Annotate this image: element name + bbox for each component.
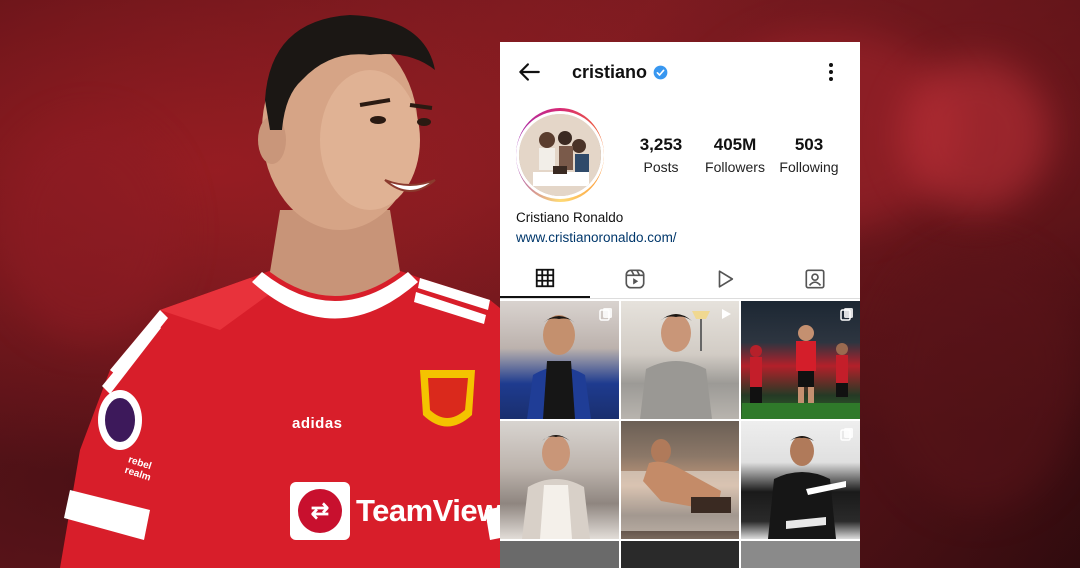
teamviewer-arrows-icon: ⇄ (298, 489, 342, 533)
adidas-logo: adidas (292, 415, 343, 432)
profile-avatar (519, 114, 601, 196)
profile-summary: 3,253 Posts 405M Followers 503 Following (500, 102, 860, 202)
profile-tabs (500, 259, 860, 299)
post-thumbnail[interactable] (500, 301, 619, 419)
carousel-badge-icon (598, 308, 612, 321)
post-thumbnail[interactable] (620, 541, 740, 568)
profile-stats: 3,253 Posts 405M Followers 503 Following (624, 135, 846, 175)
posts-grid (500, 299, 860, 568)
carousel-badge-icon (840, 308, 853, 321)
followers-count: 405M (713, 135, 757, 154)
play-icon (718, 269, 734, 288)
followers-stat[interactable]: 405M Followers (698, 135, 772, 175)
following-label: Following (779, 159, 839, 175)
tab-grid[interactable] (500, 259, 590, 298)
tab-reels[interactable] (590, 259, 680, 298)
profile-bio: Cristiano Ronaldo www.cristianoronaldo.c… (500, 202, 860, 245)
posts-label: Posts (643, 159, 679, 175)
post-thumbnail[interactable] (500, 421, 619, 539)
following-count: 503 (794, 135, 824, 154)
post-thumbnail[interactable] (741, 301, 860, 419)
player-photo: adidas ⇄ TeamViewer rebel realm (40, 10, 580, 568)
tagged-icon (805, 268, 825, 289)
tab-videos[interactable] (680, 259, 770, 298)
post-thumbnail[interactable] (500, 541, 619, 568)
grid-icon (535, 268, 555, 287)
post-thumbnail[interactable] (620, 301, 740, 419)
video-badge-icon (722, 309, 732, 319)
profile-username: cristiano (572, 61, 648, 82)
post-thumbnail[interactable] (741, 421, 860, 539)
back-arrow-icon[interactable] (516, 59, 542, 85)
tab-tagged[interactable] (770, 259, 860, 298)
verified-badge-icon (653, 65, 668, 79)
reels-icon (625, 268, 645, 289)
followers-label: Followers (705, 159, 765, 175)
instagram-profile-screen: cristiano 3,253 Posts 405M Followers 503… (500, 42, 860, 568)
post-thumbnail[interactable] (620, 421, 740, 539)
profile-website-link[interactable]: www.cristianoronaldo.com/ (516, 230, 844, 245)
posts-stat[interactable]: 3,253 Posts (624, 135, 698, 175)
more-options-icon[interactable] (828, 62, 834, 82)
post-thumbnail[interactable] (741, 541, 860, 568)
following-stat[interactable]: 503 Following (772, 135, 846, 175)
sponsor-logo: ⇄ TeamViewer (290, 482, 530, 540)
carousel-badge-icon (840, 428, 853, 441)
posts-count: 3,253 (639, 135, 683, 154)
profile-header: cristiano (500, 42, 860, 102)
story-ring[interactable] (516, 108, 604, 202)
profile-full-name: Cristiano Ronaldo (516, 210, 624, 225)
